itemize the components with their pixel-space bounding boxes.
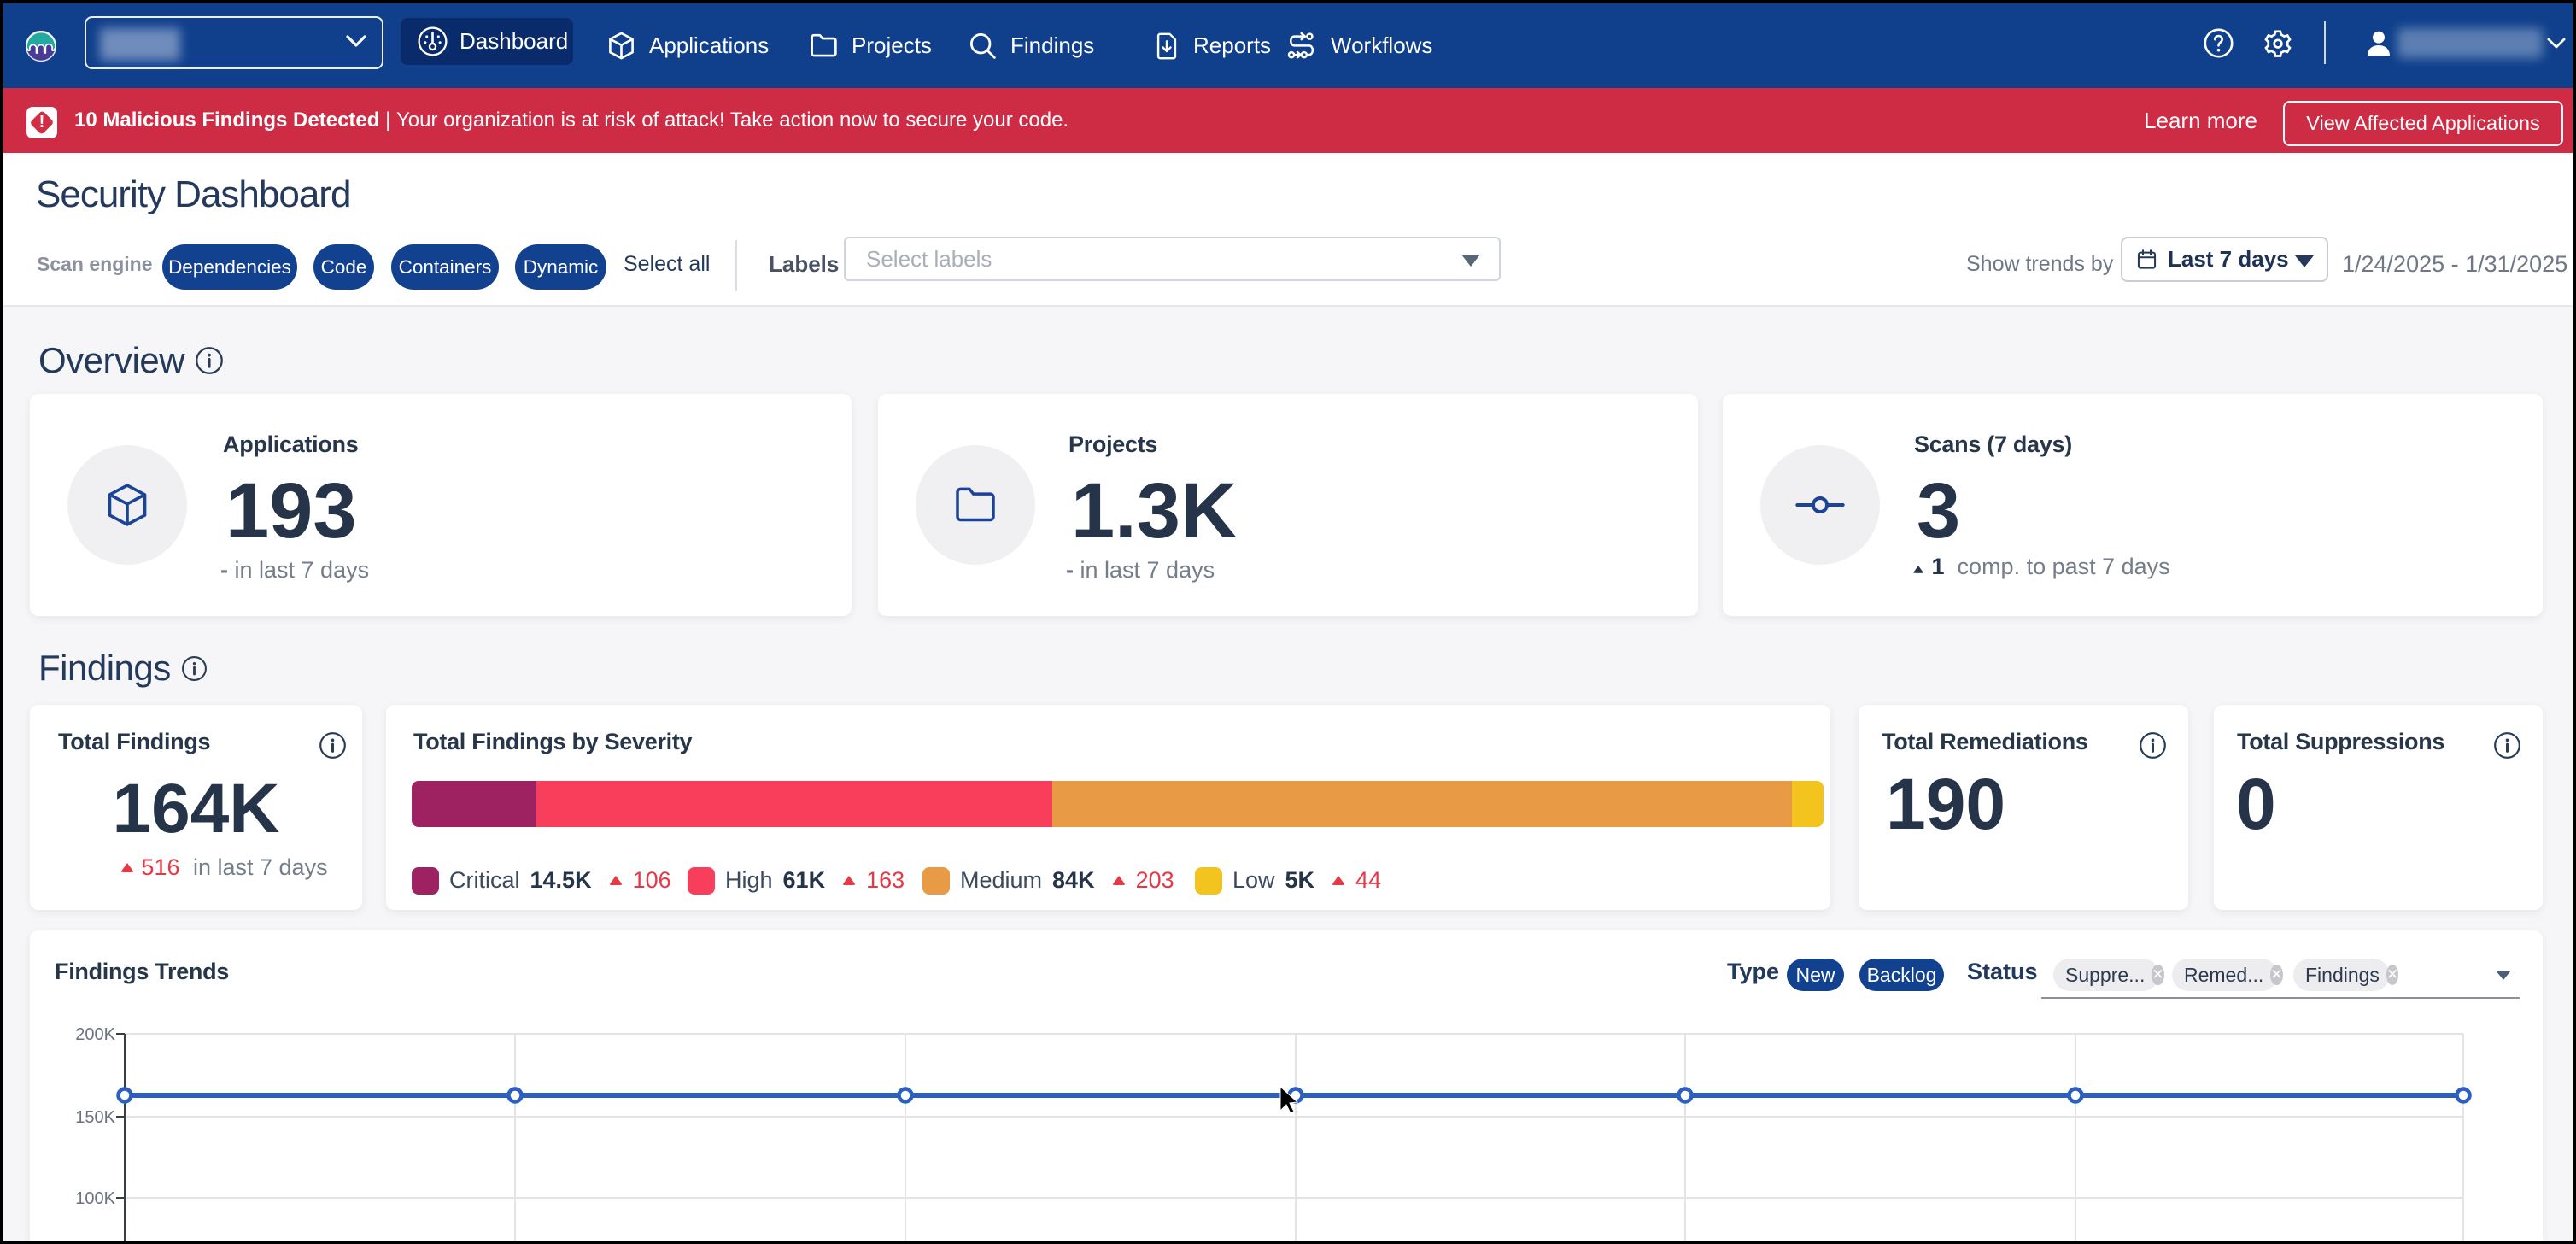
svg-text:150K: 150K	[75, 1108, 115, 1127]
svg-text:100K: 100K	[75, 1189, 115, 1208]
svg-text:200K: 200K	[75, 1025, 115, 1044]
